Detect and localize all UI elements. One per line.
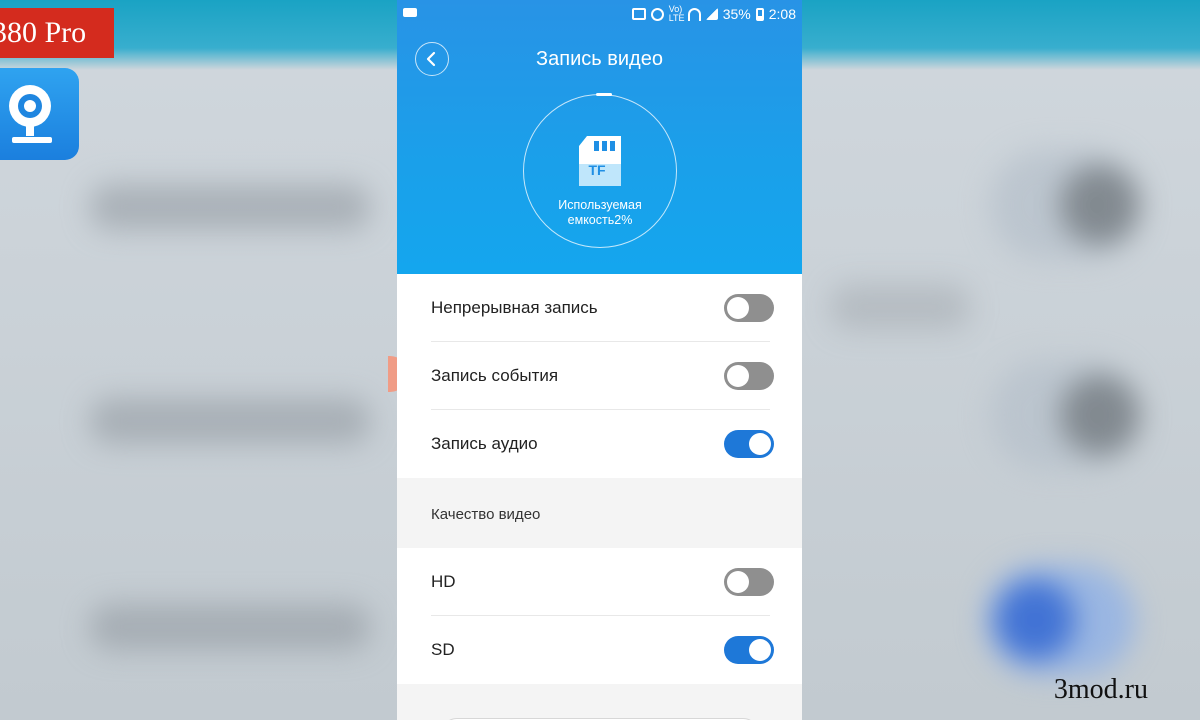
row-label: Непрерывная запись [431,298,598,317]
row-label: SD [431,640,455,659]
blurred-row [830,284,970,330]
camera-app-logo-icon [0,68,79,160]
video-quality-section-header: Качество видео [397,478,802,548]
bottom-area [397,684,802,720]
signal-icon [705,8,718,20]
toggle-knob [749,433,771,455]
blurred-knob [1060,375,1140,455]
hd-quality-toggle[interactable] [724,568,774,596]
page-title: Запись видео [536,48,663,70]
blurred-row [90,398,370,444]
blurred-knob [995,580,1075,660]
storage-usage-arc [596,93,612,96]
app-name-overlay: 380 Pro [0,8,114,58]
continuous-recording-row: Непрерывная запись [397,274,802,342]
row-label: Запись аудио [431,434,538,453]
usage-line1: Используемая [558,198,642,212]
app-name-text: 380 Pro [0,16,87,49]
status-bar: Vo) LTE 35% 2:08 [397,0,802,28]
continuous-recording-toggle[interactable] [724,294,774,322]
alarm-icon [650,7,664,21]
settings-list: Непрерывная запись Запись события Запись… [397,274,802,720]
toggle-knob [727,297,749,319]
battery-icon [755,7,764,21]
battery-percent: 35% [722,6,751,22]
hd-quality-row: HD [397,548,802,616]
volte-label: Vo) LTE [668,4,685,23]
wifi-icon [687,7,701,21]
storage-usage-text: Используемая емкость2% [523,198,677,228]
toggle-knob [727,365,749,387]
cast-icon [631,8,646,20]
blurred-knob [1060,165,1140,245]
section-label: Качество видео [431,506,541,523]
watermark: 3mod.ru [1053,674,1148,705]
row-label: Запись события [431,366,559,385]
blurred-row [90,184,370,230]
toggle-knob [727,571,749,593]
header: Vo) LTE 35% 2:08 Запись видео TF Использ… [397,0,802,274]
event-recording-row: Запись события [397,342,802,410]
blurred-row [90,604,370,650]
sd-quality-toggle[interactable] [724,636,774,664]
phone-screen: Vo) LTE 35% 2:08 Запись видео TF Использ… [397,0,802,720]
audio-recording-row: Запись аудио [397,410,802,478]
audio-recording-toggle[interactable] [724,430,774,458]
event-recording-toggle[interactable] [724,362,774,390]
sd-card-label: TF [588,162,606,178]
clock: 2:08 [768,6,796,22]
usage-line2: емкость2% [567,213,633,227]
sd-card-icon: TF [577,134,623,188]
toggle-knob [749,639,771,661]
sd-quality-row: SD [397,616,802,684]
row-label: HD [431,572,456,591]
video-camera-icon [403,8,417,17]
status-icons: Vo) LTE 35% 2:08 [631,4,796,23]
